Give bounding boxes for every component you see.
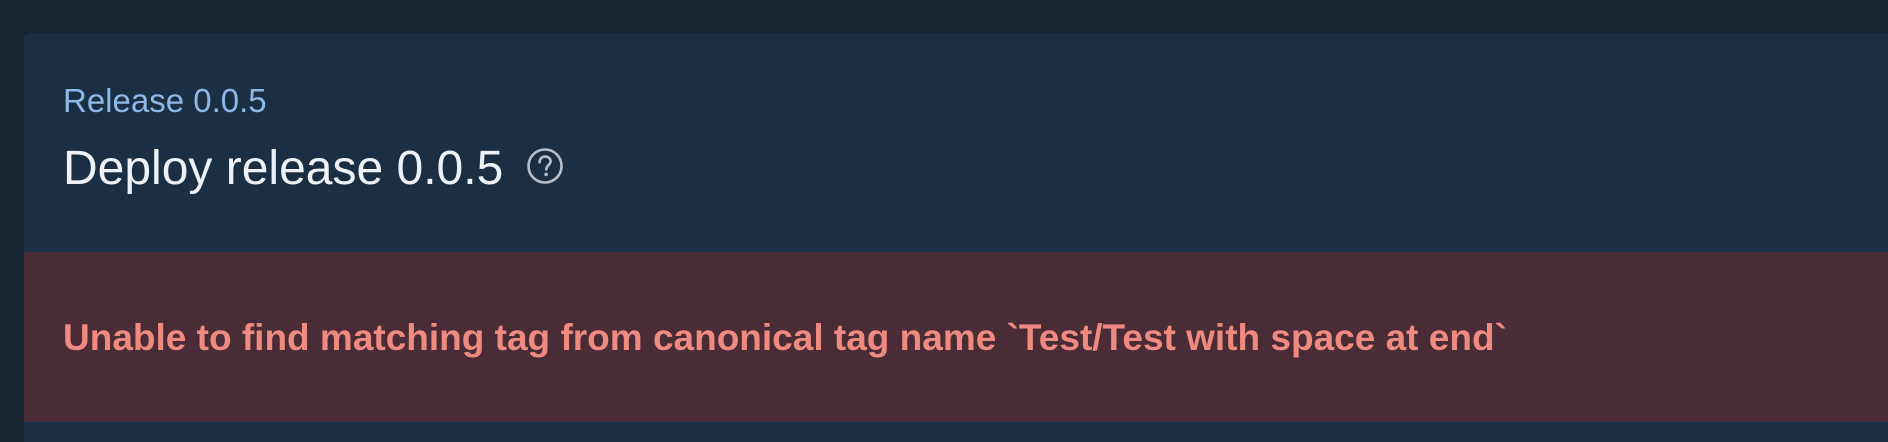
error-callout: Unable to find matching tag from canonic… bbox=[24, 252, 1888, 422]
help-circle-icon bbox=[527, 148, 564, 184]
panel-content-area bbox=[24, 422, 1888, 442]
deploy-release-panel: Release 0.0.5 Deploy release 0.0.5 Unabl… bbox=[24, 33, 1888, 442]
breadcrumb-release-link[interactable]: Release 0.0.5 bbox=[63, 81, 267, 121]
title-row: Deploy release 0.0.5 bbox=[63, 137, 565, 201]
error-message: Unable to find matching tag from canonic… bbox=[63, 317, 1507, 358]
help-icon[interactable] bbox=[525, 146, 565, 186]
page-header: Release 0.0.5 Deploy release 0.0.5 bbox=[24, 33, 1888, 252]
page-title: Deploy release 0.0.5 bbox=[63, 142, 504, 195]
